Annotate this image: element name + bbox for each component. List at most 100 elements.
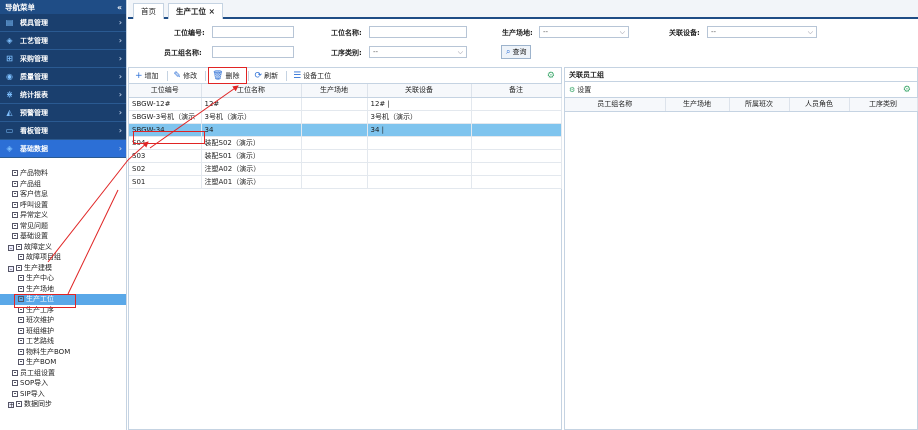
table-row[interactable]: SBGW-34 34 34 |: [129, 123, 562, 137]
type-select[interactable]: -- ⌵: [369, 46, 467, 58]
query-button[interactable]: ⌕ 查询: [501, 45, 532, 59]
tree-item-4[interactable]: 异常定义: [0, 210, 126, 221]
sidebar-module-3[interactable]: ◉ 质量管理 ›: [0, 68, 126, 86]
tree-item-7[interactable]: - 故障定义: [0, 242, 126, 253]
module-icon: ⋇: [6, 90, 13, 99]
grid-header-2[interactable]: 生产场地: [301, 84, 368, 98]
page-icon: [18, 296, 24, 302]
sidebar-module-5[interactable]: ◭ 预警管理 ›: [0, 104, 126, 122]
delete-label: 删除: [225, 71, 240, 80]
tree-item-2[interactable]: 客户信息: [0, 189, 126, 200]
sidebar-module-4[interactable]: ⋇ 统计报表 ›: [0, 86, 126, 104]
tree-item-11[interactable]: 生产场地: [0, 284, 126, 295]
related-header-1[interactable]: 生产场地: [665, 98, 730, 112]
table-cell: S02: [129, 162, 202, 176]
list-icon: ☰: [293, 70, 302, 81]
sidebar-module-0[interactable]: ▤ 模具管理 ›: [0, 14, 126, 32]
close-icon[interactable]: ×: [209, 7, 215, 16]
tree-item-10[interactable]: 生产中心: [0, 273, 126, 284]
sidebar-module-2[interactable]: ⊞ 采购管理 ›: [0, 50, 126, 68]
query-label: 查询: [512, 48, 527, 56]
table-cell: S04: [129, 136, 202, 150]
tree-item-label: SIP导入: [20, 389, 45, 398]
tree-item-8[interactable]: 故障项目组: [0, 252, 126, 263]
tree-item-17[interactable]: 物料生产BOM: [0, 347, 126, 358]
tree-item-5[interactable]: 常见问题: [0, 221, 126, 232]
site-select[interactable]: -- ⌵: [539, 26, 629, 38]
delete-button[interactable]: 🗑 删除: [209, 69, 242, 83]
tree-item-9[interactable]: - 生产建模: [0, 263, 126, 274]
sidebar-module-6[interactable]: ▭ 看板管理 ›: [0, 122, 126, 140]
group-name-input[interactable]: [212, 46, 294, 58]
table-row[interactable]: S02 注塑A02（演示）: [129, 162, 562, 176]
related-header-2[interactable]: 所属班次: [729, 98, 790, 112]
refresh-button[interactable]: ⟳ 刷新: [252, 69, 282, 83]
table-cell: [367, 175, 472, 189]
tree-item-label: 生产建模: [24, 263, 52, 272]
sidebar-module-7[interactable]: ◈ 基础数据 ›: [0, 140, 126, 158]
grid-header-0[interactable]: 工位编号: [129, 84, 202, 98]
table-cell: [301, 110, 368, 124]
table-cell: [301, 162, 368, 176]
table-row[interactable]: S01 注塑A01（演示）: [129, 175, 562, 189]
refresh-icon: ⟳: [254, 70, 263, 81]
app-root: 导航菜单 « ▤ 模具管理 › ◈ 工艺管理 › ⊞ 采购管理 › ◉ 质量管理 › ⋇ 统计报表 › ◭ 预警…: [0, 0, 918, 430]
table-row[interactable]: SBGW-3号机（演示 3号机（演示） 3号机（演示）: [129, 110, 562, 124]
tree-item-13[interactable]: 生产工序: [0, 305, 126, 316]
station-name-input[interactable]: [369, 26, 467, 38]
tree-item-21[interactable]: SIP导入: [0, 389, 126, 400]
search-icon: ⌕: [506, 47, 511, 56]
table-cell: [301, 123, 368, 137]
module-label: 采购管理: [20, 54, 48, 63]
gear-icon[interactable]: ⚙: [547, 71, 555, 81]
tree-item-12[interactable]: 生产工位: [0, 294, 126, 305]
tree-item-15[interactable]: 班组维护: [0, 326, 126, 337]
related-header-0[interactable]: 员工组名称: [565, 98, 666, 112]
module-label: 看板管理: [20, 126, 48, 135]
expand-icon[interactable]: +: [8, 402, 14, 409]
table-cell: [367, 162, 472, 176]
device-station-label: 设备工位: [303, 71, 332, 80]
table-row[interactable]: S03 装配S01（演示）: [129, 149, 562, 163]
tree-item-14[interactable]: 班次维护: [0, 315, 126, 326]
grid-header-1[interactable]: 工位名称: [201, 84, 302, 98]
table-cell: [471, 149, 562, 163]
edit-button[interactable]: ✎ 修改: [171, 69, 201, 83]
page-icon: [18, 275, 24, 281]
module-label: 统计报表: [20, 90, 48, 99]
tree-item-16[interactable]: 工艺路线: [0, 336, 126, 347]
related-header-3[interactable]: 人员角色: [789, 98, 850, 112]
tree-item-20[interactable]: SOP导入: [0, 378, 126, 389]
tab-station[interactable]: 生产工位 ×: [168, 3, 223, 19]
tree-item-1[interactable]: 产品组: [0, 179, 126, 190]
page-icon: [12, 369, 18, 376]
device-select[interactable]: -- ⌵: [707, 26, 817, 38]
module-label: 基础数据: [20, 144, 48, 153]
tree-item-22[interactable]: + 数据同步: [0, 399, 126, 410]
device-station-button[interactable]: ☰ 设备工位: [290, 69, 334, 83]
expand-icon[interactable]: -: [8, 244, 14, 251]
page-icon: [18, 348, 24, 355]
tree-item-6[interactable]: 基础设置: [0, 231, 126, 242]
table-row[interactable]: S04 装配S02（演示）: [129, 136, 562, 150]
collapse-icon[interactable]: «: [117, 3, 122, 12]
grid-header-4[interactable]: 备注: [471, 84, 562, 98]
tree-item-3[interactable]: 呼叫设置: [0, 200, 126, 211]
grid-header-3[interactable]: 关联设备: [367, 84, 472, 98]
tree-item-0[interactable]: 产品物料: [0, 168, 126, 179]
sidebar-module-1[interactable]: ◈ 工艺管理 ›: [0, 32, 126, 50]
related-header-4[interactable]: 工序类别: [849, 98, 918, 112]
page-icon: [12, 380, 18, 386]
tree-item-label: 生产工位: [26, 295, 54, 303]
expand-icon[interactable]: -: [8, 265, 14, 272]
tree-item-18[interactable]: 生产BOM: [0, 357, 126, 368]
tab-home[interactable]: 首页: [133, 3, 164, 19]
tree-item-label: 产品物料: [20, 169, 48, 177]
tab-station-label: 生产工位: [176, 7, 206, 16]
station-code-input[interactable]: [212, 26, 294, 38]
gear-icon[interactable]: ⚙: [903, 85, 911, 95]
add-button[interactable]: + 增加: [132, 69, 162, 83]
tree-item-19[interactable]: 员工组设置: [0, 368, 126, 379]
table-row[interactable]: SBGW-12# 12# 12# |: [129, 97, 562, 111]
settings-button[interactable]: ⚙ 设置: [569, 85, 591, 95]
